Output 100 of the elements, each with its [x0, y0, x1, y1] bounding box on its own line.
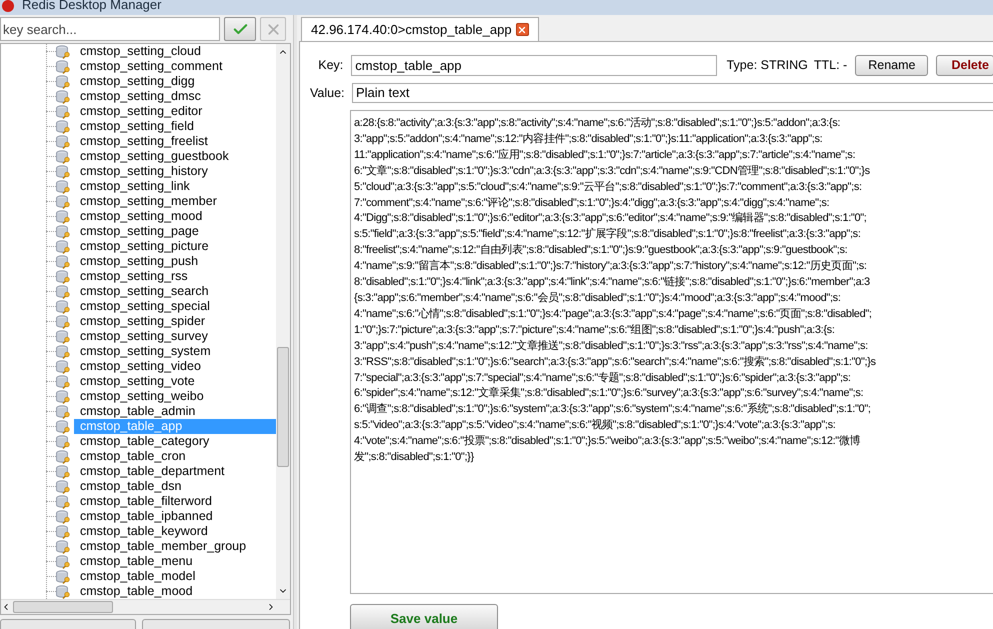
key-tree-item[interactable]: cmstop_table_filterword [74, 494, 276, 509]
key-tree-item[interactable]: cmstop_table_cron [74, 449, 276, 464]
value-label: Value: [310, 84, 344, 102]
format-dropdown[interactable]: Plain text [352, 83, 993, 103]
database-key-icon [56, 194, 72, 208]
value-text-area[interactable] [350, 110, 993, 594]
database-key-icon [56, 74, 72, 88]
database-key-icon [56, 510, 72, 524]
tab[interactable]: 42.96.174.40:0>cmstop_table_app [301, 17, 539, 42]
key-tree-item[interactable]: cmstop_setting_dmsc [74, 89, 276, 104]
key-tree-item[interactable]: cmstop_setting_member [74, 194, 276, 209]
key-tree-item[interactable]: cmstop_table_keyword [74, 524, 276, 539]
key-tree-item[interactable]: cmstop_setting_push [74, 254, 276, 269]
database-key-icon [56, 464, 72, 478]
key-tree-item[interactable]: cmstop_setting_guestbook [74, 149, 276, 164]
clear-search-button[interactable] [260, 17, 286, 41]
key-tree-item[interactable]: cmstop_setting_comment [74, 59, 276, 74]
key-tree-item[interactable]: cmstop_setting_system [74, 344, 276, 359]
key-tree-item[interactable]: cmstop_setting_page [74, 224, 276, 239]
value-text-line: 4:"name";s:6:"心情";s:8:"disabled";s:1:"0";}s:4:"page";a:3:{s:3:"app";s:4:"page";s:4:"name";s:6:"页面";s:8:"disabled"; [354, 306, 873, 322]
database-key-icon [56, 494, 72, 508]
database-key-icon [56, 330, 72, 344]
database-key-icon [56, 300, 72, 314]
database-key-icon [56, 44, 72, 58]
key-tree-item[interactable]: cmstop_setting_cloud [74, 44, 276, 59]
key-tree-item[interactable]: cmstop_table_menu [74, 554, 276, 569]
value-text-line: 发";s:8:"disabled";s:1:"0";}} [354, 450, 475, 466]
value-text-line: {s:3:"app";s:6:"member";s:4:"name";s:6:"会员";s:8:"disabled";s:1:"0";}s:4:"mood";a:3:{s:3:"app";s:4:"mood";s: [354, 290, 842, 306]
key-tree-item[interactable]: cmstop_table_ipbanned [74, 509, 276, 524]
value-text-line: s:5:"video";a:3:{s:3:"app";s:5:"video";s:4:"name";s:6:"视频";s:8:"disabled";s:1:"0";}s:4:"vote";a:3:{s:3:"app";s: [354, 418, 836, 434]
key-tree-item[interactable]: cmstop_table_department [74, 464, 276, 479]
database-key-icon [56, 104, 72, 118]
database-key-icon [56, 450, 72, 464]
ttl-label: TTL: - [814, 56, 848, 74]
close-tab-icon[interactable] [516, 23, 529, 36]
database-key-icon [56, 374, 72, 388]
key-tree-item[interactable]: cmstop_setting_survey [74, 329, 276, 344]
apply-search-button[interactable] [224, 17, 256, 41]
key-tree-item[interactable]: cmstop_setting_field [74, 119, 276, 134]
database-key-icon [56, 360, 72, 374]
key-tree-item[interactable]: cmstop_setting_digg [74, 74, 276, 89]
key-tree-item[interactable]: cmstop_setting_freelist [74, 134, 276, 149]
database-key-icon [56, 344, 72, 358]
database-key-icon [56, 554, 72, 568]
key-tree-item[interactable]: cmstop_setting_picture [74, 239, 276, 254]
key-tree-item[interactable]: cmstop_table_mood [74, 584, 276, 599]
key-tree-item[interactable]: cmstop_table_member_group [74, 539, 276, 554]
database-key-icon [56, 570, 72, 584]
key-tree-item[interactable]: cmstop_setting_rss [74, 269, 276, 284]
value-text-line: 4:"vote";s:4:"name";s:6:"投票";s:8:"disabled";s:1:"0";}s:5:"weibo";a:3:{s:3:"app";s:5:"weibo";s:4:"name";s:12:"微博 [354, 434, 862, 450]
key-tree-item[interactable]: cmstop_setting_editor [74, 104, 276, 119]
database-key-icon [56, 224, 72, 238]
key-search-field[interactable]: key search... [0, 17, 220, 41]
value-text-line: a:28:{s:8:"activity";a:3:{s:3:"app";s:8:"activity";s:4:"name";s:6:"活动";s:8:"disabled";s:1:"0";}s:5:"addon";a:3:{s: [354, 116, 842, 131]
database-key-icon [56, 164, 72, 178]
delete-button[interactable]: Delete [936, 54, 993, 76]
database-key-icon [56, 240, 72, 254]
key-tree-item[interactable]: cmstop_table_model [74, 569, 276, 584]
key-tree-item[interactable]: cmstop_setting_link [74, 179, 276, 194]
key-tree-item[interactable]: cmstop_table_category [74, 434, 276, 449]
scroll-thumb[interactable] [13, 601, 113, 613]
value-text-line: 11:"application";s:4:"name";s:6:"应用";s:8:"disabled";s:1:"0";}s:7:"article";a:3:{s:3:"app";s:7:"article";s:4:"name";s: [354, 148, 856, 163]
database-key-icon [56, 180, 72, 194]
value-text-line: 4:"Digg";s:8:"disabled";s:1:"0";}s:6:"editor";a:3:{s:3:"app";s:6:"editor";s:4:"name";s:9:"编辑器";s:8:"disabled";s:1:"0"; [354, 211, 868, 226]
database-key-icon [56, 434, 72, 448]
database-key-icon [56, 480, 72, 494]
scroll-thumb[interactable] [277, 347, 289, 467]
value-text-line: 5:"cloud";a:3:{s:3:"app";s:5:"cloud";s:4:"name";s:9:"云平台";s:8:"disabled";s:1:"0";}s:7:"comment";a:3:{s:3:"app";s: [354, 180, 863, 195]
value-text-line: 6:"调查";s:8:"disabled";s:1:"0";}s:6:"system";a:3:{s:3:"app";s:6:"system";s:4:"name";s:6:"系统";s:8:"disabled";s:1:"0"; [354, 402, 872, 418]
database-key-icon [56, 284, 72, 298]
value-text-line: 3:"RSS";s:8:"disabled";s:1:"0";}s:6:"search";a:3:{s:3:"app";s:6:"search";s:4:"name";s:6:"搜索";s:8:"disabled";s:1:"0";}s [354, 354, 877, 370]
key-tree-item[interactable]: cmstop_setting_special [74, 299, 276, 314]
key-name-field[interactable]: cmstop_table_app [351, 54, 717, 76]
value-text-line: 8:"freelist";s:4:"name";s:12:"自由列表";s:8:"disabled";s:1:"0";}s:9:"guestbook";a:3:{s:3:"app";s:9:"guestbook";s: [354, 243, 848, 258]
key-tree-item[interactable]: cmstop_setting_vote [74, 374, 276, 389]
database-key-icon [56, 210, 72, 224]
database-key-icon [56, 314, 72, 328]
key-tree-item[interactable]: cmstop_setting_spider [74, 314, 276, 329]
database-key-icon [56, 120, 72, 134]
value-text-line: 6:"文章";s:8:"disabled";s:1:"0";}s:3:"cdn";a:3:{s:3:"app";s:3:"cdn";s:4:"name";s:9:"CDN管理";s:8:"disabled";s:1:"0";}s [354, 164, 871, 179]
key-tree-item[interactable]: cmstop_setting_mood [74, 209, 276, 224]
key-tree-item[interactable]: cmstop_setting_weibo [74, 389, 276, 404]
database-key-icon [56, 254, 72, 268]
horizontal-scrollbar[interactable] [1, 599, 290, 614]
key-tree-item[interactable]: cmstop_table_admin [74, 404, 276, 419]
value-text-line: s:5:"field";a:3:{s:3:"app";s:5:"field";s:4:"name";s:12:"扩展字段";s:8:"disabled";s:1:"0";}s:8:"freelist";a:3:{s:3:"app";s: [354, 227, 862, 242]
database-key-icon [56, 134, 72, 148]
database-key-icon [56, 150, 72, 164]
key-label: Key: [317, 56, 344, 74]
value-text-line: 3:"app";s:5:"addon";s:4:"name";s:12:"内容挂件";s:8:"disabled";s:1:"0";}s:11:"application";a:3:{s:3:"app";s: [354, 132, 824, 147]
value-text-line: 4:"name";s:9:"留言本";s:8:"disabled";s:1:"0";}s:7:"history";a:3:{s:3:"app";s:7:"history";s:4:"name";s:12:"历史页面";s: [354, 259, 868, 274]
type-label: Type: STRING [726, 56, 808, 74]
rename-button[interactable]: Rename [855, 54, 928, 76]
key-tree-item[interactable]: cmstop_setting_history [74, 164, 276, 179]
key-tree-item[interactable]: cmstop_table_dsn [74, 479, 276, 494]
save-value-button[interactable]: Save value [350, 604, 498, 629]
key-tree-item[interactable]: cmstop_setting_search [74, 284, 276, 299]
key-tree-item[interactable]: cmstop_setting_video [74, 359, 276, 374]
database-key-icon [56, 390, 72, 404]
vertical-scrollbar[interactable] [276, 44, 290, 599]
